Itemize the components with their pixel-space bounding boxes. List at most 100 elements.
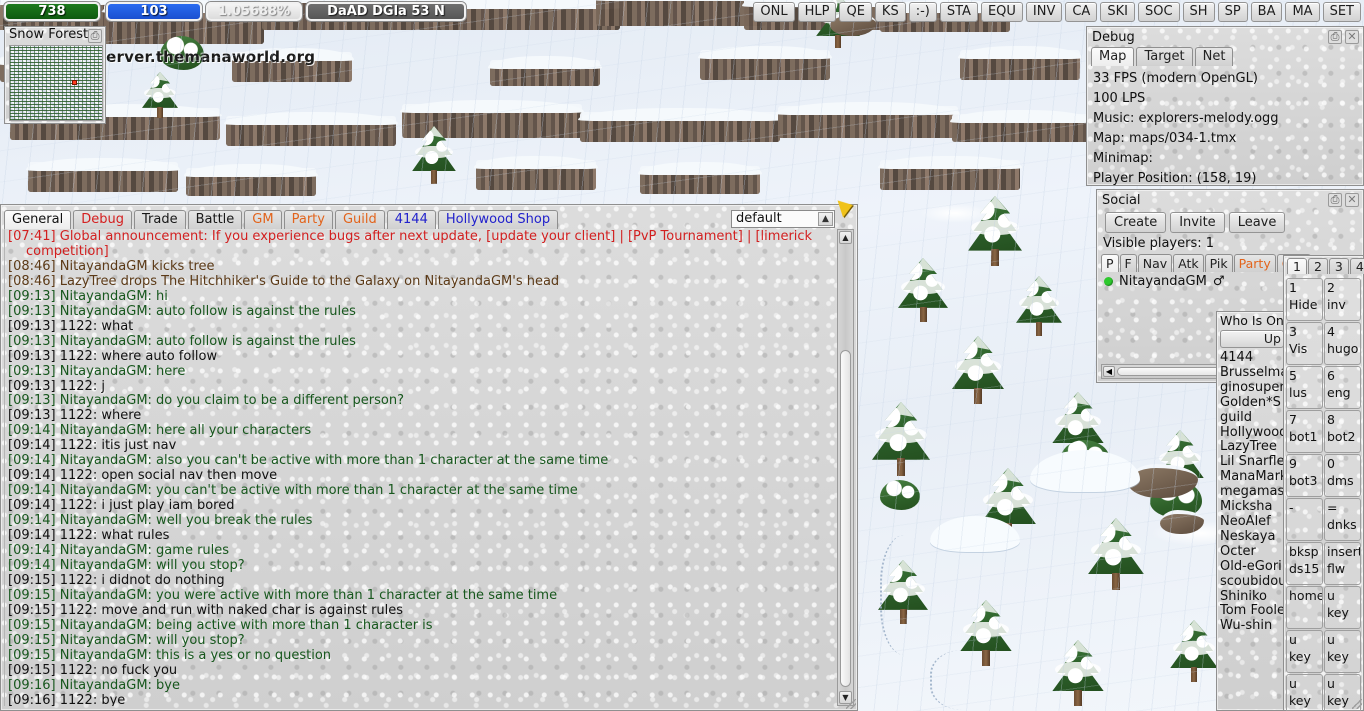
shortcut-slot[interactable]: insert flw — [1324, 542, 1361, 585]
chat-tab-party[interactable]: Party — [283, 210, 333, 229]
who-is-online-entry[interactable]: ManaMark — [1220, 469, 1283, 485]
chat-tab-trade[interactable]: Trade — [134, 210, 186, 229]
shortcut-slot[interactable]: 7 bot1 — [1286, 410, 1323, 453]
button-ski[interactable]: SKI — [1100, 2, 1135, 22]
button-sh[interactable]: SH — [1182, 2, 1215, 22]
shortcut-slot[interactable]: u key — [1324, 586, 1361, 629]
shortcut-slot[interactable]: u key — [1324, 630, 1361, 673]
shortcut-slot[interactable]: u key — [1286, 630, 1323, 673]
debug-tab-net[interactable]: Net — [1194, 47, 1234, 66]
status-effects-bar[interactable]: DaAD DGla 53 N DG0D — [306, 2, 466, 21]
who-is-online-window[interactable]: Who Is On Up 4144 Brusselma ginosuper Golde… — [1216, 311, 1286, 711]
shortcut-slot[interactable]: 3 Vis — [1286, 322, 1323, 365]
who-is-online-entry[interactable]: 4144 — [1220, 351, 1283, 366]
shortcut-slot[interactable]: home — [1286, 586, 1323, 629]
chat-tab-battle[interactable]: Battle — [187, 210, 243, 229]
shortcut-slot[interactable]: 0 dms — [1324, 454, 1361, 497]
chat-scrollbar-thumb[interactable] — [840, 350, 851, 687]
chat-preset-dropdown[interactable]: default ▲ — [731, 210, 835, 228]
social-tab-nav[interactable]: Nav — [1137, 254, 1173, 272]
chat-tab-4144[interactable]: 4144 — [386, 210, 436, 229]
minimap-window[interactable]: Snow Forest ⎙ — [4, 26, 106, 124]
social-tab-f[interactable]: F — [1119, 254, 1137, 272]
scroll-left-icon[interactable]: ◀ — [1103, 366, 1115, 377]
shortcut-window[interactable]: 1234 1 Hide 2 inv 3 Vis 4 hugo 5 lus 6 eng 7 bot1 8 bot… — [1283, 255, 1364, 711]
leave-button[interactable]: Leave — [1228, 212, 1286, 233]
who-is-online-entry[interactable]: LazyTree — [1220, 440, 1283, 455]
chat-tab-hollywood-shop[interactable]: Hollywood Shop — [437, 210, 559, 229]
debug-window[interactable]: Debug ⎙ ✕ Map Target Net 33 FPS (modern Op… — [1086, 26, 1364, 186]
shortcut-slot[interactable]: 5 lus — [1286, 366, 1323, 409]
button-soc[interactable]: SOC — [1137, 2, 1180, 22]
minimap-canvas[interactable] — [9, 45, 103, 121]
chat-tab-guild[interactable]: Guild — [334, 210, 385, 229]
shortcut-slot[interactable]: bksp ds15 — [1286, 542, 1323, 585]
create-party-button[interactable]: Create — [1105, 212, 1167, 233]
button-qe[interactable]: QE — [839, 2, 872, 22]
button-onl[interactable]: ONL — [753, 2, 795, 22]
shortcut-tab-3[interactable]: 3 — [1328, 258, 1349, 274]
who-is-online-entry[interactable]: Neskaya — [1220, 529, 1283, 545]
who-is-online-entry[interactable]: Micksha — [1220, 499, 1283, 515]
debug-tab-map[interactable]: Map — [1091, 47, 1135, 66]
scroll-up-icon[interactable]: ▲ — [839, 231, 852, 244]
chat-message-log[interactable]: [07:41] Global announcement: If you expe… — [4, 229, 835, 706]
debug-tab-target[interactable]: Target — [1136, 47, 1193, 66]
chat-resize-grip[interactable] — [846, 699, 856, 709]
shortcut-tab-4[interactable]: 4 — [1349, 258, 1364, 274]
shortcut-tab-2[interactable]: 2 — [1307, 258, 1328, 274]
debug-sticky-icon[interactable]: ⎙ — [1328, 30, 1342, 44]
social-tab-atk[interactable]: Atk — [1173, 254, 1204, 272]
button-ks[interactable]: KS — [874, 2, 906, 22]
chat-tab-gm[interactable]: GM — [244, 210, 282, 229]
who-is-online-player-list[interactable]: 4144 Brusselma ginosuper Golden*S guild Holly… — [1220, 351, 1283, 708]
chevron-up-icon[interactable]: ▲ — [818, 212, 833, 226]
minimap-sticky-icon[interactable]: ⎙ — [88, 29, 102, 43]
who-is-online-entry[interactable]: Hollywood — [1220, 425, 1283, 441]
shortcut-slot[interactable]: = dnks — [1324, 498, 1361, 541]
button-hlp[interactable]: HLP — [797, 2, 837, 22]
who-is-online-entry[interactable]: megamas — [1220, 484, 1283, 500]
social-tab-p[interactable]: P — [1101, 254, 1119, 272]
debug-close-icon[interactable]: ✕ — [1345, 30, 1359, 44]
who-is-online-entry[interactable]: Lil Snarfle — [1220, 454, 1283, 470]
shortcut-slot[interactable]: 4 hugo — [1324, 322, 1361, 365]
chat-window[interactable]: General Debug Trade Battle GM Party Guild 4144 H… — [0, 204, 858, 711]
who-is-online-entry[interactable]: Wu-shin — [1220, 618, 1283, 634]
button-equ[interactable]: EQU — [980, 2, 1023, 22]
shortcut-resize-grip[interactable] — [1352, 699, 1362, 709]
button-ba[interactable]: BA — [1250, 2, 1283, 22]
button-sp[interactable]: SP — [1217, 2, 1248, 22]
who-is-online-entry[interactable]: Brusselma — [1220, 365, 1283, 381]
chat-scrollbar[interactable]: ▲ ▼ — [837, 229, 854, 706]
who-is-online-entry[interactable]: NeoAlef — [1220, 514, 1283, 530]
social-tab-party[interactable]: Party — [1233, 254, 1276, 272]
button-ma[interactable]: MA — [1285, 2, 1320, 22]
button-sta[interactable]: STA — [939, 2, 978, 22]
shortcut-slot[interactable]: 2 inv — [1324, 278, 1361, 321]
shortcut-slot[interactable]: 6 eng — [1324, 366, 1361, 409]
shortcut-slot[interactable]: 9 bot3 — [1286, 454, 1323, 497]
social-tab-pik[interactable]: Pik — [1204, 254, 1233, 272]
button-ca[interactable]: CA — [1065, 2, 1098, 22]
who-is-online-entry[interactable]: scoubidou — [1220, 574, 1283, 590]
button-set[interactable]: SET — [1322, 2, 1361, 22]
who-is-online-entry[interactable]: Golden*S — [1220, 395, 1283, 411]
shortcut-slot[interactable]: - — [1286, 498, 1323, 541]
button-smiley[interactable]: :-) — [908, 2, 937, 22]
mp-bar[interactable]: 103 — [106, 2, 202, 21]
who-is-online-entry[interactable]: guild — [1220, 410, 1283, 426]
chat-tab-debug[interactable]: Debug — [73, 210, 132, 229]
shortcut-slot[interactable]: 1 Hide — [1286, 278, 1323, 321]
who-is-online-entry[interactable]: Old-eGoril — [1220, 559, 1283, 575]
social-sticky-icon[interactable]: ⎙ — [1328, 193, 1342, 207]
shortcut-slot[interactable]: 8 bot2 — [1324, 410, 1361, 453]
chat-tab-general[interactable]: General — [4, 210, 72, 229]
who-is-online-entry[interactable]: Shiniko — [1220, 589, 1283, 605]
who-is-online-update-button[interactable]: Up — [1220, 330, 1284, 348]
who-is-online-entry[interactable]: Tom Foole — [1220, 604, 1283, 619]
shortcut-slot[interactable]: u key — [1286, 674, 1323, 711]
who-is-online-entry[interactable]: Octer — [1220, 544, 1283, 560]
invite-button[interactable]: Invite — [1170, 212, 1225, 233]
who-is-online-entry[interactable]: ginosuper — [1220, 380, 1283, 396]
